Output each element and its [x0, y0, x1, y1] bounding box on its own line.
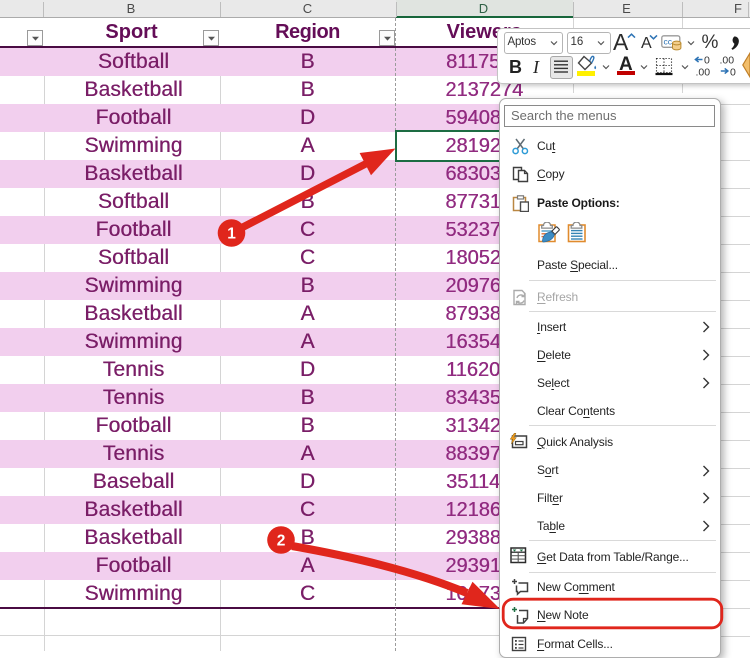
svg-text:1: 1	[227, 226, 236, 243]
svg-text:2: 2	[277, 533, 286, 550]
